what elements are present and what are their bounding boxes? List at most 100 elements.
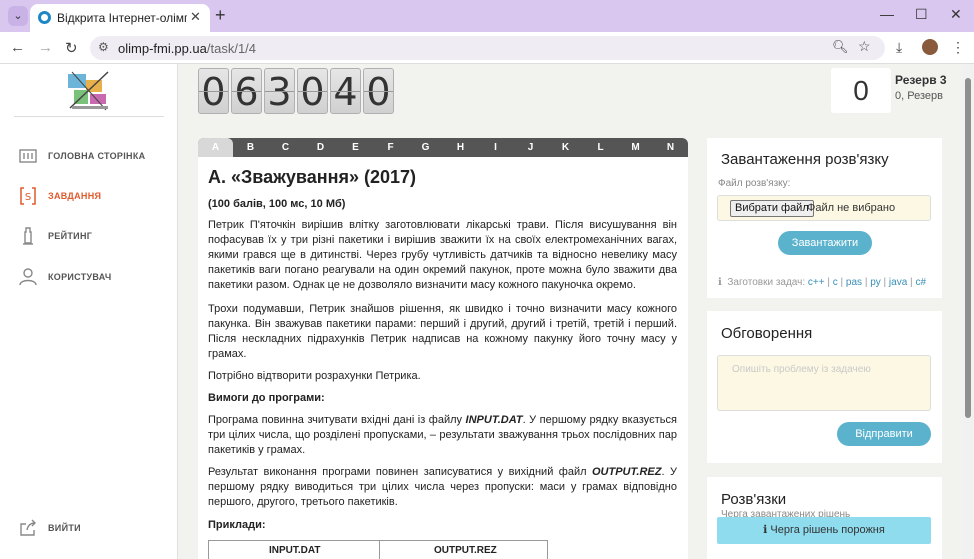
templates-row: ℹ Заготовки задач: c++ | c | pas | py | … (718, 277, 926, 288)
profile-avatar[interactable] (922, 39, 938, 55)
task-paragraph: Петрик П'яточкін вирішив влітку заготовл… (208, 219, 677, 291)
sidebar-item-home[interactable]: ГОЛОВНА СТОРІНКА (18, 146, 168, 170)
info-icon: ℹ (763, 524, 768, 536)
task-content: A. «Зважування» (2017) (100 балів, 100 м… (198, 157, 688, 559)
tab-title: Відкрита Інтернет-олімпіада Р (57, 11, 187, 25)
bookmark-star-icon[interactable]: ☆ (858, 38, 871, 55)
task-tab-j[interactable]: J (513, 138, 548, 157)
logo-divider (14, 116, 164, 117)
queue-status: ℹ Черга рішень порожня (717, 517, 931, 544)
back-icon[interactable]: ← (10, 39, 25, 56)
timer-digit: 0 (363, 68, 394, 114)
discussion-title: Обговорення (721, 325, 813, 342)
close-window-icon[interactable]: ✕ (950, 6, 962, 23)
address-bar[interactable]: ⚙ olimp-fmi.pp.ua/task/1/4 🔍︎ ☆ (90, 36, 885, 60)
reserve-subtitle: 0, Резерв (895, 90, 943, 102)
task-paragraph: Трохи подумавши, Петрик знайшов рішення,… (208, 303, 677, 360)
examples-table: INPUT.DAT OUTPUT.REZ (208, 540, 548, 559)
template-link-c[interactable]: c (833, 277, 838, 288)
send-button[interactable]: Відправити (837, 422, 931, 446)
zoom-icon[interactable]: 🔍︎ (832, 39, 849, 55)
reload-icon[interactable]: ↻ (65, 39, 78, 57)
browser-tabbar: ⌄ Відкрита Інтернет-олімпіада Р ✕ + — ☐ … (0, 0, 974, 32)
task-tab-d[interactable]: D (303, 138, 338, 157)
task-tab-l[interactable]: L (583, 138, 618, 157)
browser-toolbar: ← → ↻ ⚙ olimp-fmi.pp.ua/task/1/4 🔍︎ ☆ ⤓ … (0, 32, 974, 64)
maximize-icon[interactable]: ☐ (915, 6, 928, 23)
template-link-py[interactable]: py (870, 277, 881, 288)
olympiad-logo (68, 71, 109, 111)
file-label: Файл розв'язку: (718, 178, 791, 189)
user-icon (19, 268, 37, 286)
task-tab-h[interactable]: H (443, 138, 478, 157)
task-tab-m[interactable]: M (618, 138, 653, 157)
sidebar-item-label: ЗАВДАННЯ (48, 191, 102, 201)
sidebar: ГОЛОВНА СТОРІНКА S ЗАВДАННЯ РЕЙТИНГ КОРИ… (0, 64, 178, 559)
task-tab-g[interactable]: G (408, 138, 443, 157)
table-divider (379, 541, 380, 559)
template-link-csharp[interactable]: c# (915, 277, 926, 288)
sidebar-item-label: ГОЛОВНА СТОРІНКА (48, 151, 146, 161)
task-tab-k[interactable]: K (548, 138, 583, 157)
examples-heading: Приклади: (208, 519, 266, 531)
url-text: olimp-fmi.pp.ua/task/1/4 (118, 41, 257, 56)
timer-digit: 4 (330, 68, 361, 114)
svg-text:S: S (25, 192, 31, 203)
file-input: Вибрати файл Файл не вибрано (717, 195, 931, 221)
timer-digit: 0 (198, 68, 229, 114)
tab-search-button[interactable]: ⌄ (8, 6, 28, 26)
discussion-panel: Обговорення Опишіть проблему із задачею … (707, 311, 942, 463)
discussion-textarea[interactable]: Опишіть проблему із задачею (717, 355, 931, 411)
solutions-title: Розв'язки (721, 491, 787, 508)
queue-empty-text: Черга рішень порожня (770, 524, 885, 536)
sidebar-item-rating[interactable]: РЕЙТИНГ (18, 226, 168, 250)
logout-button[interactable]: ВИЙТИ (18, 518, 168, 542)
table-header-input: INPUT.DAT (269, 545, 321, 556)
sidebar-item-tasks[interactable]: S ЗАВДАННЯ (18, 186, 168, 210)
close-tab-icon[interactable]: ✕ (190, 9, 201, 25)
template-link-cpp[interactable]: c++ (808, 277, 825, 288)
task-tab-i[interactable]: I (478, 138, 513, 157)
new-tab-button[interactable]: + (215, 5, 226, 26)
site-info-icon[interactable]: ⚙ (98, 40, 109, 54)
sidebar-item-label: КОРИСТУВАЧ (48, 272, 112, 282)
task-limits: (100 балів, 100 мс, 10 Мб) (208, 198, 346, 210)
task-tab-a[interactable]: A (198, 138, 233, 157)
no-file-text: Файл не вибрано (807, 202, 896, 214)
minimize-icon[interactable]: — (880, 6, 894, 22)
task-tab-b[interactable]: B (233, 138, 268, 157)
reserve-title: Резерв 3 (895, 73, 947, 87)
solutions-panel: Розв'язки Черга завантажених рішень ℹ Че… (707, 477, 942, 559)
sidebar-item-user[interactable]: КОРИСТУВАЧ (18, 267, 168, 291)
table-header-output: OUTPUT.REZ (434, 545, 497, 556)
forward-icon[interactable]: → (38, 39, 53, 56)
task-tabs: A B C D E F G H I J K L M N (198, 138, 688, 157)
task-title: A. «Зважування» (2017) (208, 167, 417, 187)
template-link-pas[interactable]: pas (846, 277, 862, 288)
browser-tab-active[interactable]: Відкрита Інтернет-олімпіада Р ✕ (30, 4, 210, 32)
timer-digit: 0 (297, 68, 328, 114)
template-link-java[interactable]: java (889, 277, 907, 288)
site-favicon-icon (38, 11, 51, 24)
upload-button[interactable]: Завантажити (778, 231, 872, 255)
brackets-icon: S (20, 187, 36, 205)
task-tab-e[interactable]: E (338, 138, 373, 157)
scrollbar-thumb[interactable] (965, 78, 971, 418)
page-scrollbar[interactable] (962, 64, 974, 559)
info-icon: ℹ (718, 277, 722, 288)
task-paragraph: Результат виконання програми повинен зап… (208, 466, 677, 508)
upload-title: Завантаження розв'язку (721, 151, 889, 168)
timer-digit: 6 (231, 68, 262, 114)
task-tab-c[interactable]: C (268, 138, 303, 157)
templates-label: Заготовки задач: (727, 277, 806, 288)
discussion-placeholder: Опишіть проблему із задачею (732, 364, 871, 375)
task-tab-n[interactable]: N (653, 138, 688, 157)
download-icon[interactable]: ⤓ (896, 39, 902, 56)
choose-file-button[interactable]: Вибрати файл (730, 200, 814, 217)
share-exit-icon (20, 519, 36, 536)
browser-menu-icon[interactable]: ⋮ (951, 39, 965, 56)
task-tab-f[interactable]: F (373, 138, 408, 157)
logout-label: ВИЙТИ (48, 523, 81, 533)
dashboard-icon (19, 149, 37, 163)
task-paragraph: Програма повинна зчитувати вхідні дані і… (208, 414, 677, 456)
